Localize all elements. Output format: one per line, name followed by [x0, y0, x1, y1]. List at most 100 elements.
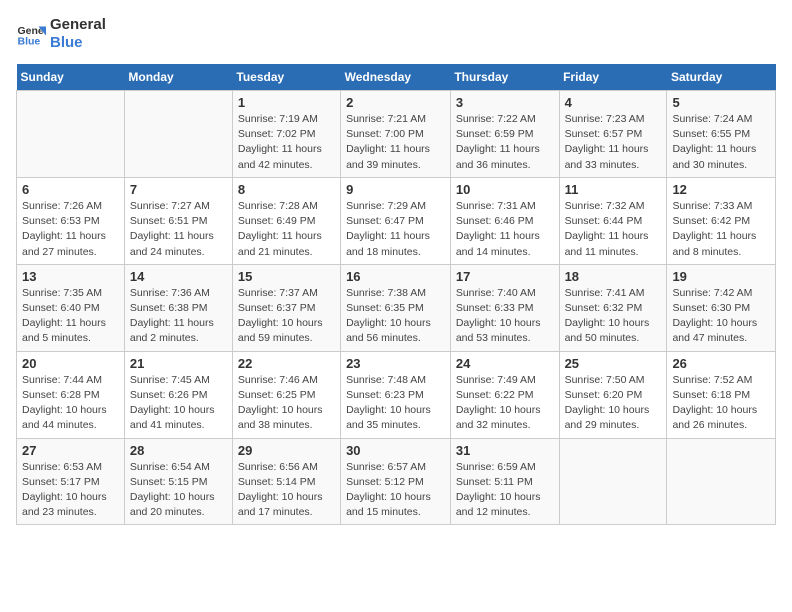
logo-icon: General Blue — [16, 19, 46, 49]
calendar-cell: 12Sunrise: 7:33 AM Sunset: 6:42 PM Dayli… — [667, 177, 776, 264]
day-number: 16 — [346, 269, 445, 284]
day-number: 17 — [456, 269, 554, 284]
weekday-header-sunday: Sunday — [17, 64, 125, 91]
weekday-header-wednesday: Wednesday — [341, 64, 451, 91]
logo-text-blue: Blue — [50, 34, 106, 52]
day-info: Sunrise: 7:40 AM Sunset: 6:33 PM Dayligh… — [456, 286, 554, 347]
calendar-table: SundayMondayTuesdayWednesdayThursdayFrid… — [16, 64, 776, 525]
weekday-header-row: SundayMondayTuesdayWednesdayThursdayFrid… — [17, 64, 776, 91]
day-number: 5 — [672, 95, 770, 110]
calendar-cell: 19Sunrise: 7:42 AM Sunset: 6:30 PM Dayli… — [667, 264, 776, 351]
calendar-week-4: 20 Sunrise: 7:44 AM Sunset: 6:28 PM Dayli… — [17, 351, 776, 438]
day-info: Sunrise: 7:21 AM Sunset: 7:00 PM Dayligh… — [346, 112, 445, 173]
calendar-cell: 15 Sunrise: 7:37 AM Sunset: 6:37 PM Dayli… — [232, 264, 340, 351]
calendar-cell: 23 Sunrise: 7:48 AM Sunset: 6:23 PM Dayli… — [341, 351, 451, 438]
day-info: Sunrise: 6:53 AM Sunset: 5:17 PM Dayligh… — [22, 460, 119, 521]
day-info: Sunrise: 7:36 AM Sunset: 6:38 PM Dayligh… — [130, 286, 227, 347]
weekday-header-saturday: Saturday — [667, 64, 776, 91]
calendar-cell: 25 Sunrise: 7:50 AM Sunset: 6:20 PM Dayli… — [559, 351, 667, 438]
calendar-cell: 3 Sunrise: 7:22 AM Sunset: 6:59 PM Daylig… — [450, 91, 559, 178]
day-number: 9 — [346, 182, 445, 197]
calendar-cell: 28Sunrise: 6:54 AM Sunset: 5:15 PM Dayli… — [124, 438, 232, 525]
calendar-cell — [124, 91, 232, 178]
day-number: 13 — [22, 269, 119, 284]
day-number: 21 — [130, 356, 227, 371]
day-number: 10 — [456, 182, 554, 197]
calendar-cell: 5 Sunrise: 7:24 AM Sunset: 6:55 PM Daylig… — [667, 91, 776, 178]
day-info: Sunrise: 7:31 AM Sunset: 6:46 PM Dayligh… — [456, 199, 554, 260]
day-info: Sunrise: 7:28 AM Sunset: 6:49 PM Dayligh… — [238, 199, 335, 260]
calendar-cell: 16 Sunrise: 7:38 AM Sunset: 6:35 PM Dayli… — [341, 264, 451, 351]
calendar-cell: 14Sunrise: 7:36 AM Sunset: 6:38 PM Dayli… — [124, 264, 232, 351]
day-number: 25 — [565, 356, 662, 371]
calendar-cell: 29Sunrise: 6:56 AM Sunset: 5:14 PM Dayli… — [232, 438, 340, 525]
calendar-cell: 17 Sunrise: 7:40 AM Sunset: 6:33 PM Dayli… — [450, 264, 559, 351]
calendar-cell: 22 Sunrise: 7:46 AM Sunset: 6:25 PM Dayli… — [232, 351, 340, 438]
day-info: Sunrise: 7:23 AM Sunset: 6:57 PM Dayligh… — [565, 112, 662, 173]
weekday-header-monday: Monday — [124, 64, 232, 91]
day-number: 2 — [346, 95, 445, 110]
page-header: General Blue General Blue — [16, 16, 776, 52]
day-number: 24 — [456, 356, 554, 371]
calendar-cell: 20 Sunrise: 7:44 AM Sunset: 6:28 PM Dayli… — [17, 351, 125, 438]
day-number: 15 — [238, 269, 335, 284]
calendar-cell: 21 Sunrise: 7:45 AM Sunset: 6:26 PM Dayli… — [124, 351, 232, 438]
day-number: 3 — [456, 95, 554, 110]
calendar-cell: 24 Sunrise: 7:49 AM Sunset: 6:22 PM Dayli… — [450, 351, 559, 438]
calendar-cell: 4 Sunrise: 7:23 AM Sunset: 6:57 PM Daylig… — [559, 91, 667, 178]
day-info: Sunrise: 7:38 AM Sunset: 6:35 PM Dayligh… — [346, 286, 445, 347]
day-info: Sunrise: 7:27 AM Sunset: 6:51 PM Dayligh… — [130, 199, 227, 260]
calendar-cell: 2 Sunrise: 7:21 AM Sunset: 7:00 PM Daylig… — [341, 91, 451, 178]
day-info: Sunrise: 7:50 AM Sunset: 6:20 PM Dayligh… — [565, 373, 662, 434]
calendar-cell: 26 Sunrise: 7:52 AM Sunset: 6:18 PM Dayli… — [667, 351, 776, 438]
day-info: Sunrise: 7:49 AM Sunset: 6:22 PM Dayligh… — [456, 373, 554, 434]
day-info: Sunrise: 7:48 AM Sunset: 6:23 PM Dayligh… — [346, 373, 445, 434]
weekday-header-thursday: Thursday — [450, 64, 559, 91]
day-info: Sunrise: 7:46 AM Sunset: 6:25 PM Dayligh… — [238, 373, 335, 434]
day-info: Sunrise: 6:59 AM Sunset: 5:11 PM Dayligh… — [456, 460, 554, 521]
day-info: Sunrise: 7:52 AM Sunset: 6:18 PM Dayligh… — [672, 373, 770, 434]
day-info: Sunrise: 7:37 AM Sunset: 6:37 PM Dayligh… — [238, 286, 335, 347]
day-info: Sunrise: 7:19 AM Sunset: 7:02 PM Dayligh… — [238, 112, 335, 173]
day-info: Sunrise: 7:44 AM Sunset: 6:28 PM Dayligh… — [22, 373, 119, 434]
day-info: Sunrise: 7:24 AM Sunset: 6:55 PM Dayligh… — [672, 112, 770, 173]
day-info: Sunrise: 7:45 AM Sunset: 6:26 PM Dayligh… — [130, 373, 227, 434]
day-number: 22 — [238, 356, 335, 371]
day-info: Sunrise: 7:26 AM Sunset: 6:53 PM Dayligh… — [22, 199, 119, 260]
calendar-cell: 27 Sunrise: 6:53 AM Sunset: 5:17 PM Dayli… — [17, 438, 125, 525]
calendar-week-1: 1Sunrise: 7:19 AM Sunset: 7:02 PM Daylig… — [17, 91, 776, 178]
day-number: 6 — [22, 182, 119, 197]
calendar-cell: 6 Sunrise: 7:26 AM Sunset: 6:53 PM Daylig… — [17, 177, 125, 264]
day-number: 27 — [22, 443, 119, 458]
day-info: Sunrise: 7:29 AM Sunset: 6:47 PM Dayligh… — [346, 199, 445, 260]
calendar-cell — [17, 91, 125, 178]
day-number: 23 — [346, 356, 445, 371]
day-number: 26 — [672, 356, 770, 371]
day-info: Sunrise: 7:32 AM Sunset: 6:44 PM Dayligh… — [565, 199, 662, 260]
day-info: Sunrise: 7:41 AM Sunset: 6:32 PM Dayligh… — [565, 286, 662, 347]
calendar-week-5: 27 Sunrise: 6:53 AM Sunset: 5:17 PM Dayli… — [17, 438, 776, 525]
day-info: Sunrise: 7:22 AM Sunset: 6:59 PM Dayligh… — [456, 112, 554, 173]
day-number: 12 — [672, 182, 770, 197]
day-number: 20 — [22, 356, 119, 371]
calendar-cell: 30Sunrise: 6:57 AM Sunset: 5:12 PM Dayli… — [341, 438, 451, 525]
calendar-cell: 8Sunrise: 7:28 AM Sunset: 6:49 PM Daylig… — [232, 177, 340, 264]
day-number: 11 — [565, 182, 662, 197]
calendar-cell: 18 Sunrise: 7:41 AM Sunset: 6:32 PM Dayli… — [559, 264, 667, 351]
calendar-week-2: 6 Sunrise: 7:26 AM Sunset: 6:53 PM Daylig… — [17, 177, 776, 264]
day-number: 19 — [672, 269, 770, 284]
calendar-cell: 7Sunrise: 7:27 AM Sunset: 6:51 PM Daylig… — [124, 177, 232, 264]
day-number: 4 — [565, 95, 662, 110]
calendar-cell: 11 Sunrise: 7:32 AM Sunset: 6:44 PM Dayli… — [559, 177, 667, 264]
calendar-cell: 31Sunrise: 6:59 AM Sunset: 5:11 PM Dayli… — [450, 438, 559, 525]
calendar-cell: 9 Sunrise: 7:29 AM Sunset: 6:47 PM Daylig… — [341, 177, 451, 264]
logo: General Blue General Blue — [16, 16, 106, 52]
calendar-cell: 1Sunrise: 7:19 AM Sunset: 7:02 PM Daylig… — [232, 91, 340, 178]
day-number: 30 — [346, 443, 445, 458]
day-info: Sunrise: 7:35 AM Sunset: 6:40 PM Dayligh… — [22, 286, 119, 347]
day-number: 18 — [565, 269, 662, 284]
day-number: 29 — [238, 443, 335, 458]
logo-text-general: General — [50, 16, 106, 34]
calendar-cell: 13 Sunrise: 7:35 AM Sunset: 6:40 PM Dayli… — [17, 264, 125, 351]
day-info: Sunrise: 6:54 AM Sunset: 5:15 PM Dayligh… — [130, 460, 227, 521]
